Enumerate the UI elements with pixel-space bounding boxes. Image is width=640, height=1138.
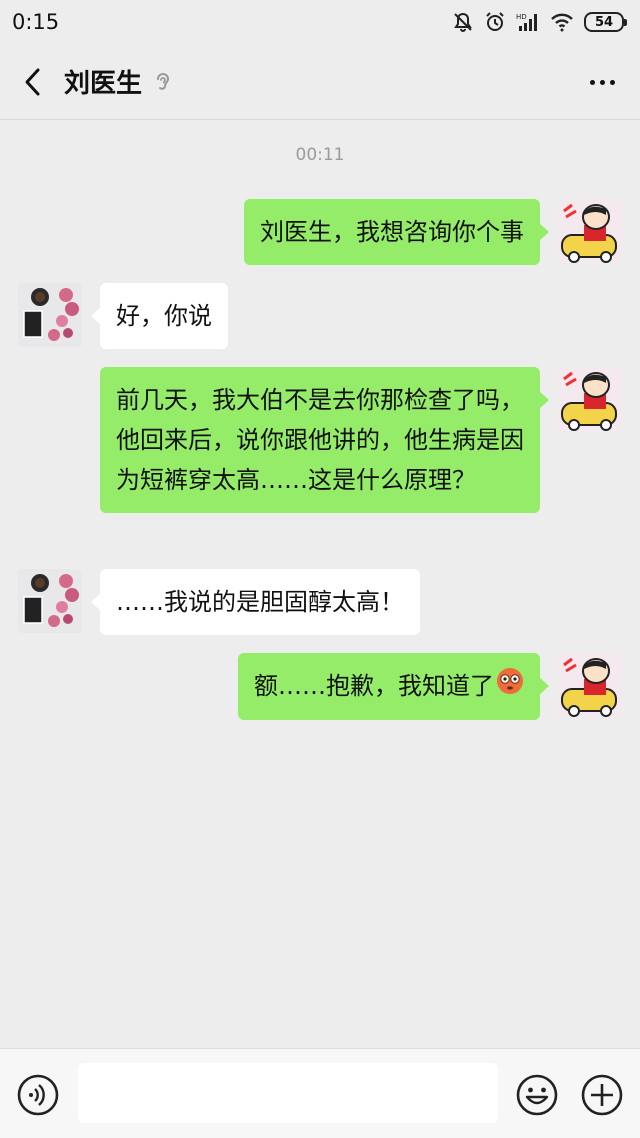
chevron-left-icon <box>25 68 40 95</box>
plus-icon <box>581 1074 623 1116</box>
input-bar <box>0 1048 640 1138</box>
message-input[interactable] <box>78 1063 498 1123</box>
sent-message-bubble[interactable]: 前几天，我大伯不是去你那检查了吗，他回来后，说你跟他讲的，他生病是因为短裤穿太高… <box>100 367 549 513</box>
more-dot <box>589 79 595 85</box>
my-avatar[interactable] <box>558 367 622 431</box>
my-avatar[interactable] <box>558 199 622 263</box>
svg-text:HD: HD <box>516 13 527 21</box>
back-button[interactable] <box>0 44 64 120</box>
more-dot <box>609 79 615 85</box>
message-text: 额……抱歉，我知道了 <box>254 672 494 700</box>
smile-icon <box>516 1074 558 1116</box>
more-dot <box>599 79 605 85</box>
alarm-icon <box>484 11 506 33</box>
received-message-bubble[interactable]: ……我说的是胆固醇太高！ <box>91 569 420 635</box>
voice-button[interactable] <box>16 1073 60 1121</box>
mute-bell-icon <box>452 11 474 33</box>
status-time: 0:15 <box>12 10 60 34</box>
battery-icon: 54 <box>584 12 627 32</box>
emoji-button[interactable] <box>515 1073 559 1121</box>
my-avatar[interactable] <box>558 653 622 717</box>
doctor-avatar[interactable] <box>18 569 82 633</box>
more-button[interactable] <box>582 62 622 102</box>
status-bar: 0:15 HD 54 <box>0 0 640 44</box>
ear-icon <box>154 70 172 94</box>
more-functions-button[interactable] <box>580 1073 624 1121</box>
voice-icon <box>17 1074 59 1116</box>
wifi-icon <box>550 12 574 32</box>
sent-message-bubble[interactable]: 刘医生，我想咨询你个事 <box>244 199 549 265</box>
received-message-bubble[interactable]: 好，你说 <box>91 283 228 349</box>
doctor-avatar[interactable] <box>18 283 82 347</box>
signal-icon: HD <box>516 12 540 32</box>
chat-area[interactable]: 00:11 刘医生，我想咨询你个事 好，你说 前几天，我大伯不是去你那检查了吗，… <box>0 121 640 1048</box>
message-timestamp: 00:11 <box>295 145 345 165</box>
chat-title: 刘医生 <box>64 69 143 99</box>
nav-bar: 刘医生 <box>0 44 640 120</box>
sent-message-bubble[interactable]: 额……抱歉，我知道了 <box>238 653 549 720</box>
flushed-face-icon <box>496 667 524 707</box>
status-icons: HD 54 <box>452 11 627 33</box>
